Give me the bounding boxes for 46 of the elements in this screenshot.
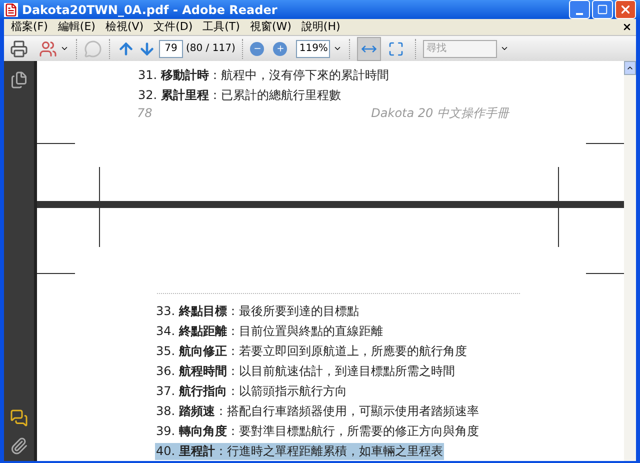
fit-width-button[interactable]: [357, 36, 382, 60]
pages-icon[interactable]: [10, 71, 28, 89]
list-item-text: 39. 轉向角度：要對準目標點航行，所需要的修正方向與角度: [155, 422, 480, 440]
scroll-up-button[interactable]: [624, 61, 636, 75]
scrollbar[interactable]: [624, 61, 636, 461]
zoom-in-icon[interactable]: [273, 42, 288, 56]
menu-item[interactable]: 檔案(F): [6, 18, 53, 36]
footer-title: Dakota 20 中文操作手冊: [371, 105, 509, 122]
caret-icon[interactable]: [60, 44, 69, 53]
page-number-field[interactable]: 79: [159, 40, 183, 58]
menu-item[interactable]: 說明(H): [296, 18, 346, 36]
caret-icon[interactable]: [500, 44, 510, 53]
window-title: Dakota20TWN_0A.pdf - Adobe Reader: [22, 2, 278, 18]
list-item-text: 31. 移動計時：航程中，沒有停下來的累計時間: [137, 66, 390, 84]
people-icon[interactable]: [39, 40, 57, 58]
close-button[interactable]: [615, 0, 636, 19]
list-item-text: 40. 里程計：行進時之單程距離累積，如車輛之里程表: [155, 442, 444, 460]
maximize-icon: [597, 4, 608, 15]
previous-page-icon[interactable]: [117, 40, 135, 58]
menu-item[interactable]: 編輯(E): [52, 18, 100, 36]
menu-item[interactable]: 工具(T): [198, 18, 245, 36]
paperclip-icon[interactable]: [10, 437, 28, 455]
pdf-file-icon: [4, 2, 18, 16]
page-number: 78: [137, 105, 152, 122]
list-item-text: 33. 終點目標：最後所要到達的目標點: [155, 302, 360, 320]
menu-item[interactable]: 視窗(W): [244, 18, 296, 36]
print-icon[interactable]: [10, 40, 28, 58]
menu-item[interactable]: 檢視(V): [100, 18, 149, 36]
close-icon: [619, 3, 632, 16]
caret-icon[interactable]: [333, 44, 342, 53]
close-document-icon[interactable]: [622, 22, 632, 32]
list-item-text: 37. 航行指向：以箭頭指示航行方向: [155, 382, 348, 400]
menu-item[interactable]: 文件(D): [148, 18, 198, 36]
page-count: (80 / 117): [186, 42, 236, 56]
zoom-field[interactable]: 119%: [296, 40, 330, 58]
comments-icon[interactable]: [10, 409, 28, 427]
list-item-text: 38. 踏頻速：搭配自行車踏頻器使用，可顯示使用者踏頻速率: [155, 402, 480, 420]
zoom-out-icon[interactable]: [250, 42, 264, 56]
minimize-button[interactable]: [569, 0, 590, 19]
next-page-icon[interactable]: [138, 40, 156, 58]
list-item-text: 35. 航向修正：若要立即回到原航道上，所應要的航行角度: [155, 342, 468, 360]
list-item-text: 32. 累計里程：已累計的總航行里程數: [137, 86, 342, 104]
maximize-button[interactable]: [592, 0, 613, 19]
list-item-text: 34. 終點距離：目前位置與終點的直線距離: [155, 322, 384, 340]
list-item-text: 36. 航程時間：以目前航速估計，到達目標點所需之時間: [155, 362, 456, 380]
fit-page-icon[interactable]: [388, 40, 404, 56]
